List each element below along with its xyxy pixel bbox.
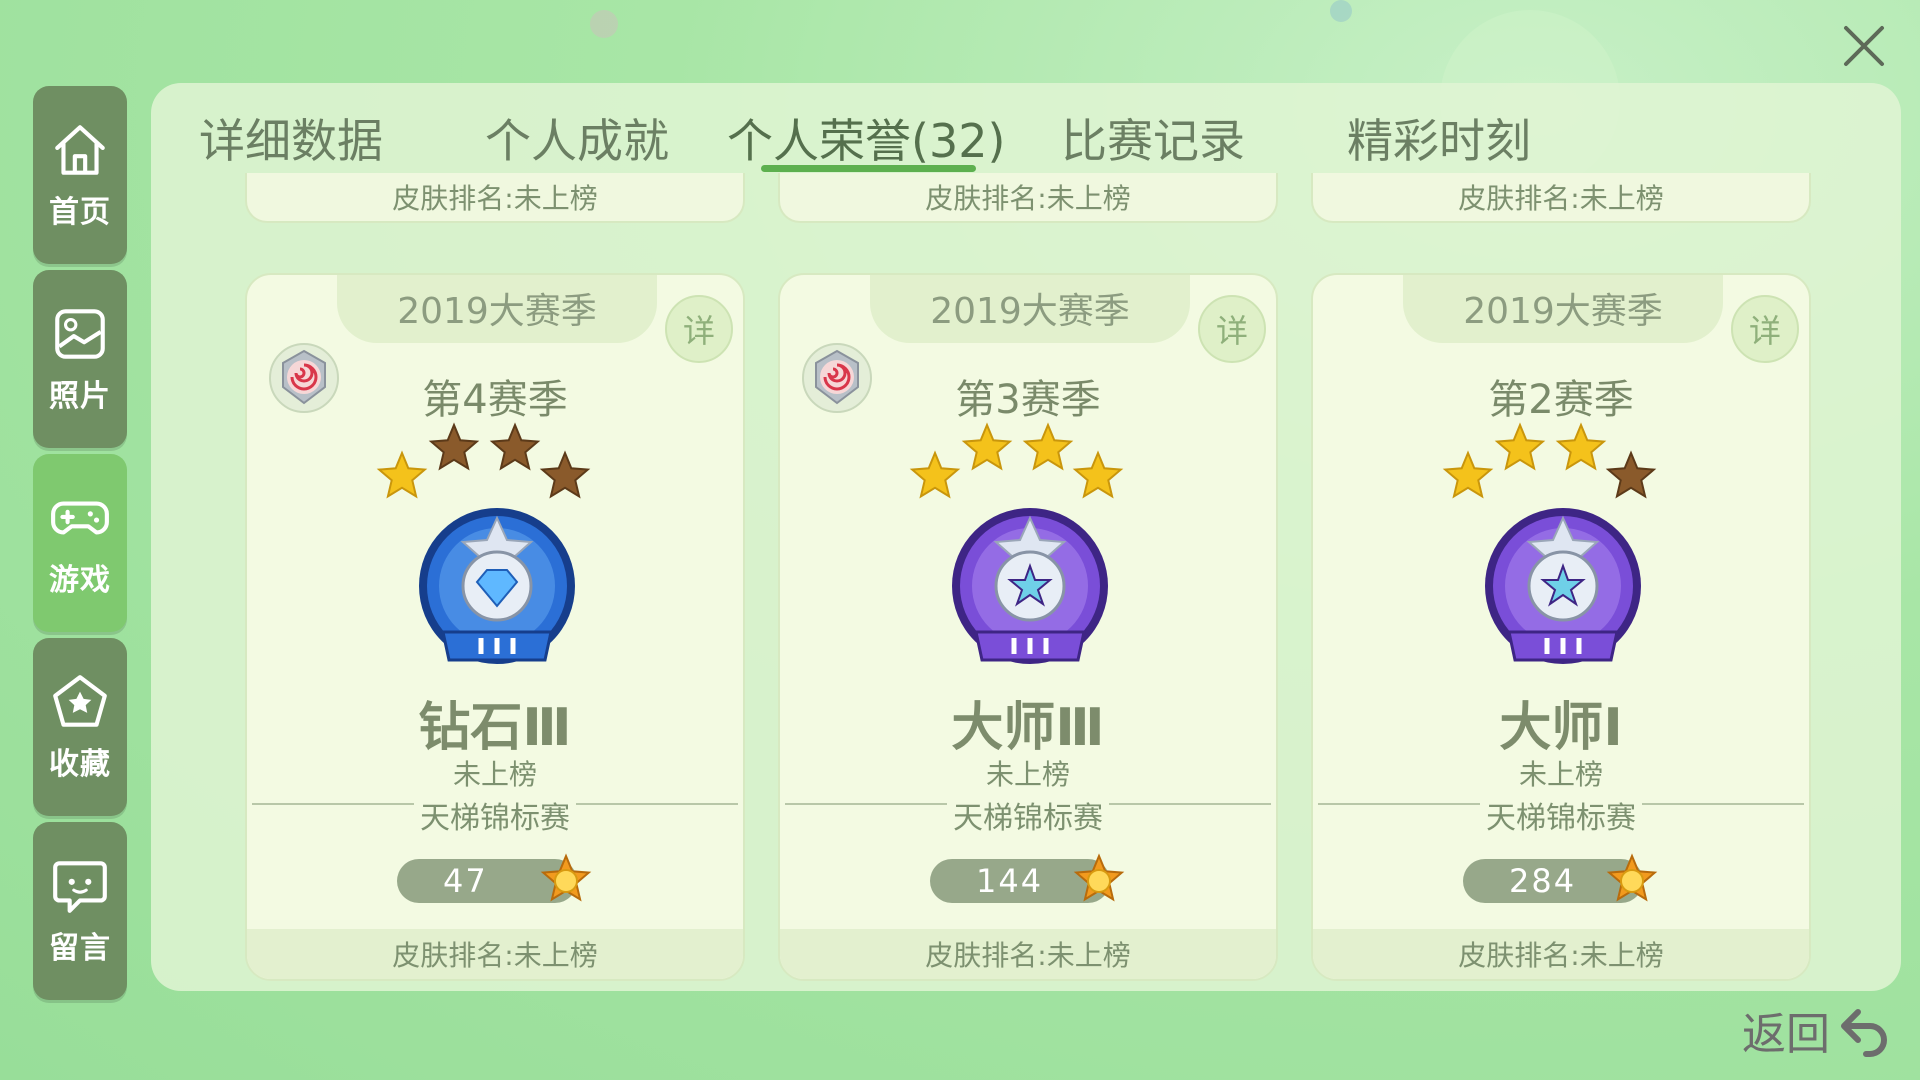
back-button[interactable]: 返回 <box>1742 998 1892 1062</box>
tab-achievements[interactable]: 个人成就 <box>485 105 669 171</box>
favorite-icon <box>53 675 107 727</box>
rank-status: 未上榜 <box>452 758 537 791</box>
honor-card[interactable]: 2019大赛季详第4赛季 钻石Ⅲ 未上榜 天梯锦标赛 47 皮肤排名:未上榜 <box>245 273 745 981</box>
skin-rank-label: 皮肤排名:未上榜 <box>247 929 743 979</box>
detail-button[interactable]: 详 <box>1731 295 1799 363</box>
detail-button[interactable]: 详 <box>665 295 733 363</box>
rank-stars <box>376 422 591 499</box>
rank-stars <box>909 422 1124 499</box>
score-value: 144 <box>976 862 1044 900</box>
tab-bar: 详细数据 个人成就 个人荣誉(32) 比赛记录 精彩时刻 <box>151 83 1901 173</box>
skin-rank-label: 皮肤排名:未上榜 <box>778 173 1278 223</box>
mode-name-text: 天梯锦标赛 <box>947 801 1109 836</box>
sidebar-nav: 首页 照片 游戏 收藏 留言 <box>33 86 127 1006</box>
diamond-rank-emblem-icon <box>419 508 575 664</box>
sidebar-item-label: 照片 <box>49 379 111 414</box>
mode-name-text: 天梯锦标赛 <box>414 801 576 836</box>
photo-icon <box>55 309 105 359</box>
star-filled-icon <box>1494 422 1546 471</box>
score-value: 47 <box>443 862 488 900</box>
star-filled-icon <box>1022 422 1074 471</box>
active-tab-indicator <box>761 165 976 172</box>
back-arrow-icon <box>1841 1009 1887 1057</box>
star-filled-icon <box>909 450 961 499</box>
close-icon <box>1844 26 1884 66</box>
score-value: 284 <box>1509 862 1577 900</box>
honor-card[interactable]: 2019大赛季详第3赛季 大师Ⅲ 未上榜 天梯锦标赛 144 皮肤排名:未上榜 <box>778 273 1278 981</box>
sidebar-item-games[interactable]: 游戏 <box>33 454 127 632</box>
sidebar-item-home[interactable]: 首页 <box>33 86 127 264</box>
star-points-icon <box>540 853 592 902</box>
star-filled-icon <box>961 422 1013 471</box>
star-filled-icon <box>376 450 428 499</box>
rank-stars <box>1442 422 1657 499</box>
sidebar-item-label: 首页 <box>49 195 111 230</box>
rank-name: 大师Ⅲ <box>951 698 1105 758</box>
season-year: 2019大赛季 <box>1403 275 1723 343</box>
star-empty-icon <box>1605 450 1657 499</box>
sidebar-item-favorites[interactable]: 收藏 <box>33 638 127 816</box>
sidebar-item-label: 游戏 <box>49 563 111 598</box>
rank-status: 未上榜 <box>985 758 1070 791</box>
rank-status: 未上榜 <box>1518 758 1603 791</box>
detail-button[interactable]: 详 <box>1198 295 1266 363</box>
star-filled-icon <box>1072 450 1124 499</box>
sidebar-item-messages[interactable]: 留言 <box>33 822 127 1000</box>
honor-card[interactable]: 2019大赛季详第2赛季 大师Ⅰ 未上榜 天梯锦标赛 284 皮肤排名:未上榜 <box>1311 273 1811 981</box>
tab-highlights[interactable]: 精彩时刻 <box>1347 105 1531 171</box>
star-filled-icon <box>1442 450 1494 499</box>
tab-match-records[interactable]: 比赛记录 <box>1061 105 1245 171</box>
season-year: 2019大赛季 <box>337 275 657 343</box>
master-rank-emblem-icon <box>952 508 1108 664</box>
tab-honors[interactable]: 个人荣誉(32) <box>727 105 1005 171</box>
star-points-icon <box>1606 853 1658 902</box>
star-empty-icon <box>428 422 480 471</box>
back-label: 返回 <box>1742 1009 1830 1060</box>
close-button[interactable] <box>1832 14 1896 78</box>
mode-name-text: 天梯锦标赛 <box>1480 801 1642 836</box>
master-rank-emblem-icon <box>1485 508 1641 664</box>
mode-name: 天梯锦标赛 <box>780 793 1276 837</box>
skin-rank-label: 皮肤排名:未上榜 <box>1313 929 1809 979</box>
star-empty-icon <box>539 450 591 499</box>
tab-detailed-data[interactable]: 详细数据 <box>199 105 383 171</box>
honors-panel: 详细数据 个人成就 个人荣誉(32) 比赛记录 精彩时刻 皮肤排名:未上榜 201… <box>151 83 1901 991</box>
sidebar-item-label: 留言 <box>49 931 111 966</box>
skin-rank-label: 皮肤排名:未上榜 <box>1311 173 1811 223</box>
sidebar-item-label: 收藏 <box>49 747 111 782</box>
home-icon <box>55 125 105 175</box>
skin-rank-label: 皮肤排名:未上榜 <box>780 929 1276 979</box>
gamepad-icon <box>51 501 109 535</box>
skin-rank-label: 皮肤排名:未上榜 <box>245 173 745 223</box>
mode-name: 天梯锦标赛 <box>1313 793 1809 837</box>
season-year: 2019大赛季 <box>870 275 1190 343</box>
message-icon <box>53 861 107 913</box>
mode-name: 天梯锦标赛 <box>247 793 743 837</box>
star-filled-icon <box>1555 422 1607 471</box>
star-points-icon <box>1073 853 1125 902</box>
star-empty-icon <box>489 422 541 471</box>
rank-name: 大师Ⅰ <box>1499 698 1623 758</box>
rank-name: 钻石Ⅲ <box>418 698 572 758</box>
sidebar-item-photos[interactable]: 照片 <box>33 270 127 448</box>
